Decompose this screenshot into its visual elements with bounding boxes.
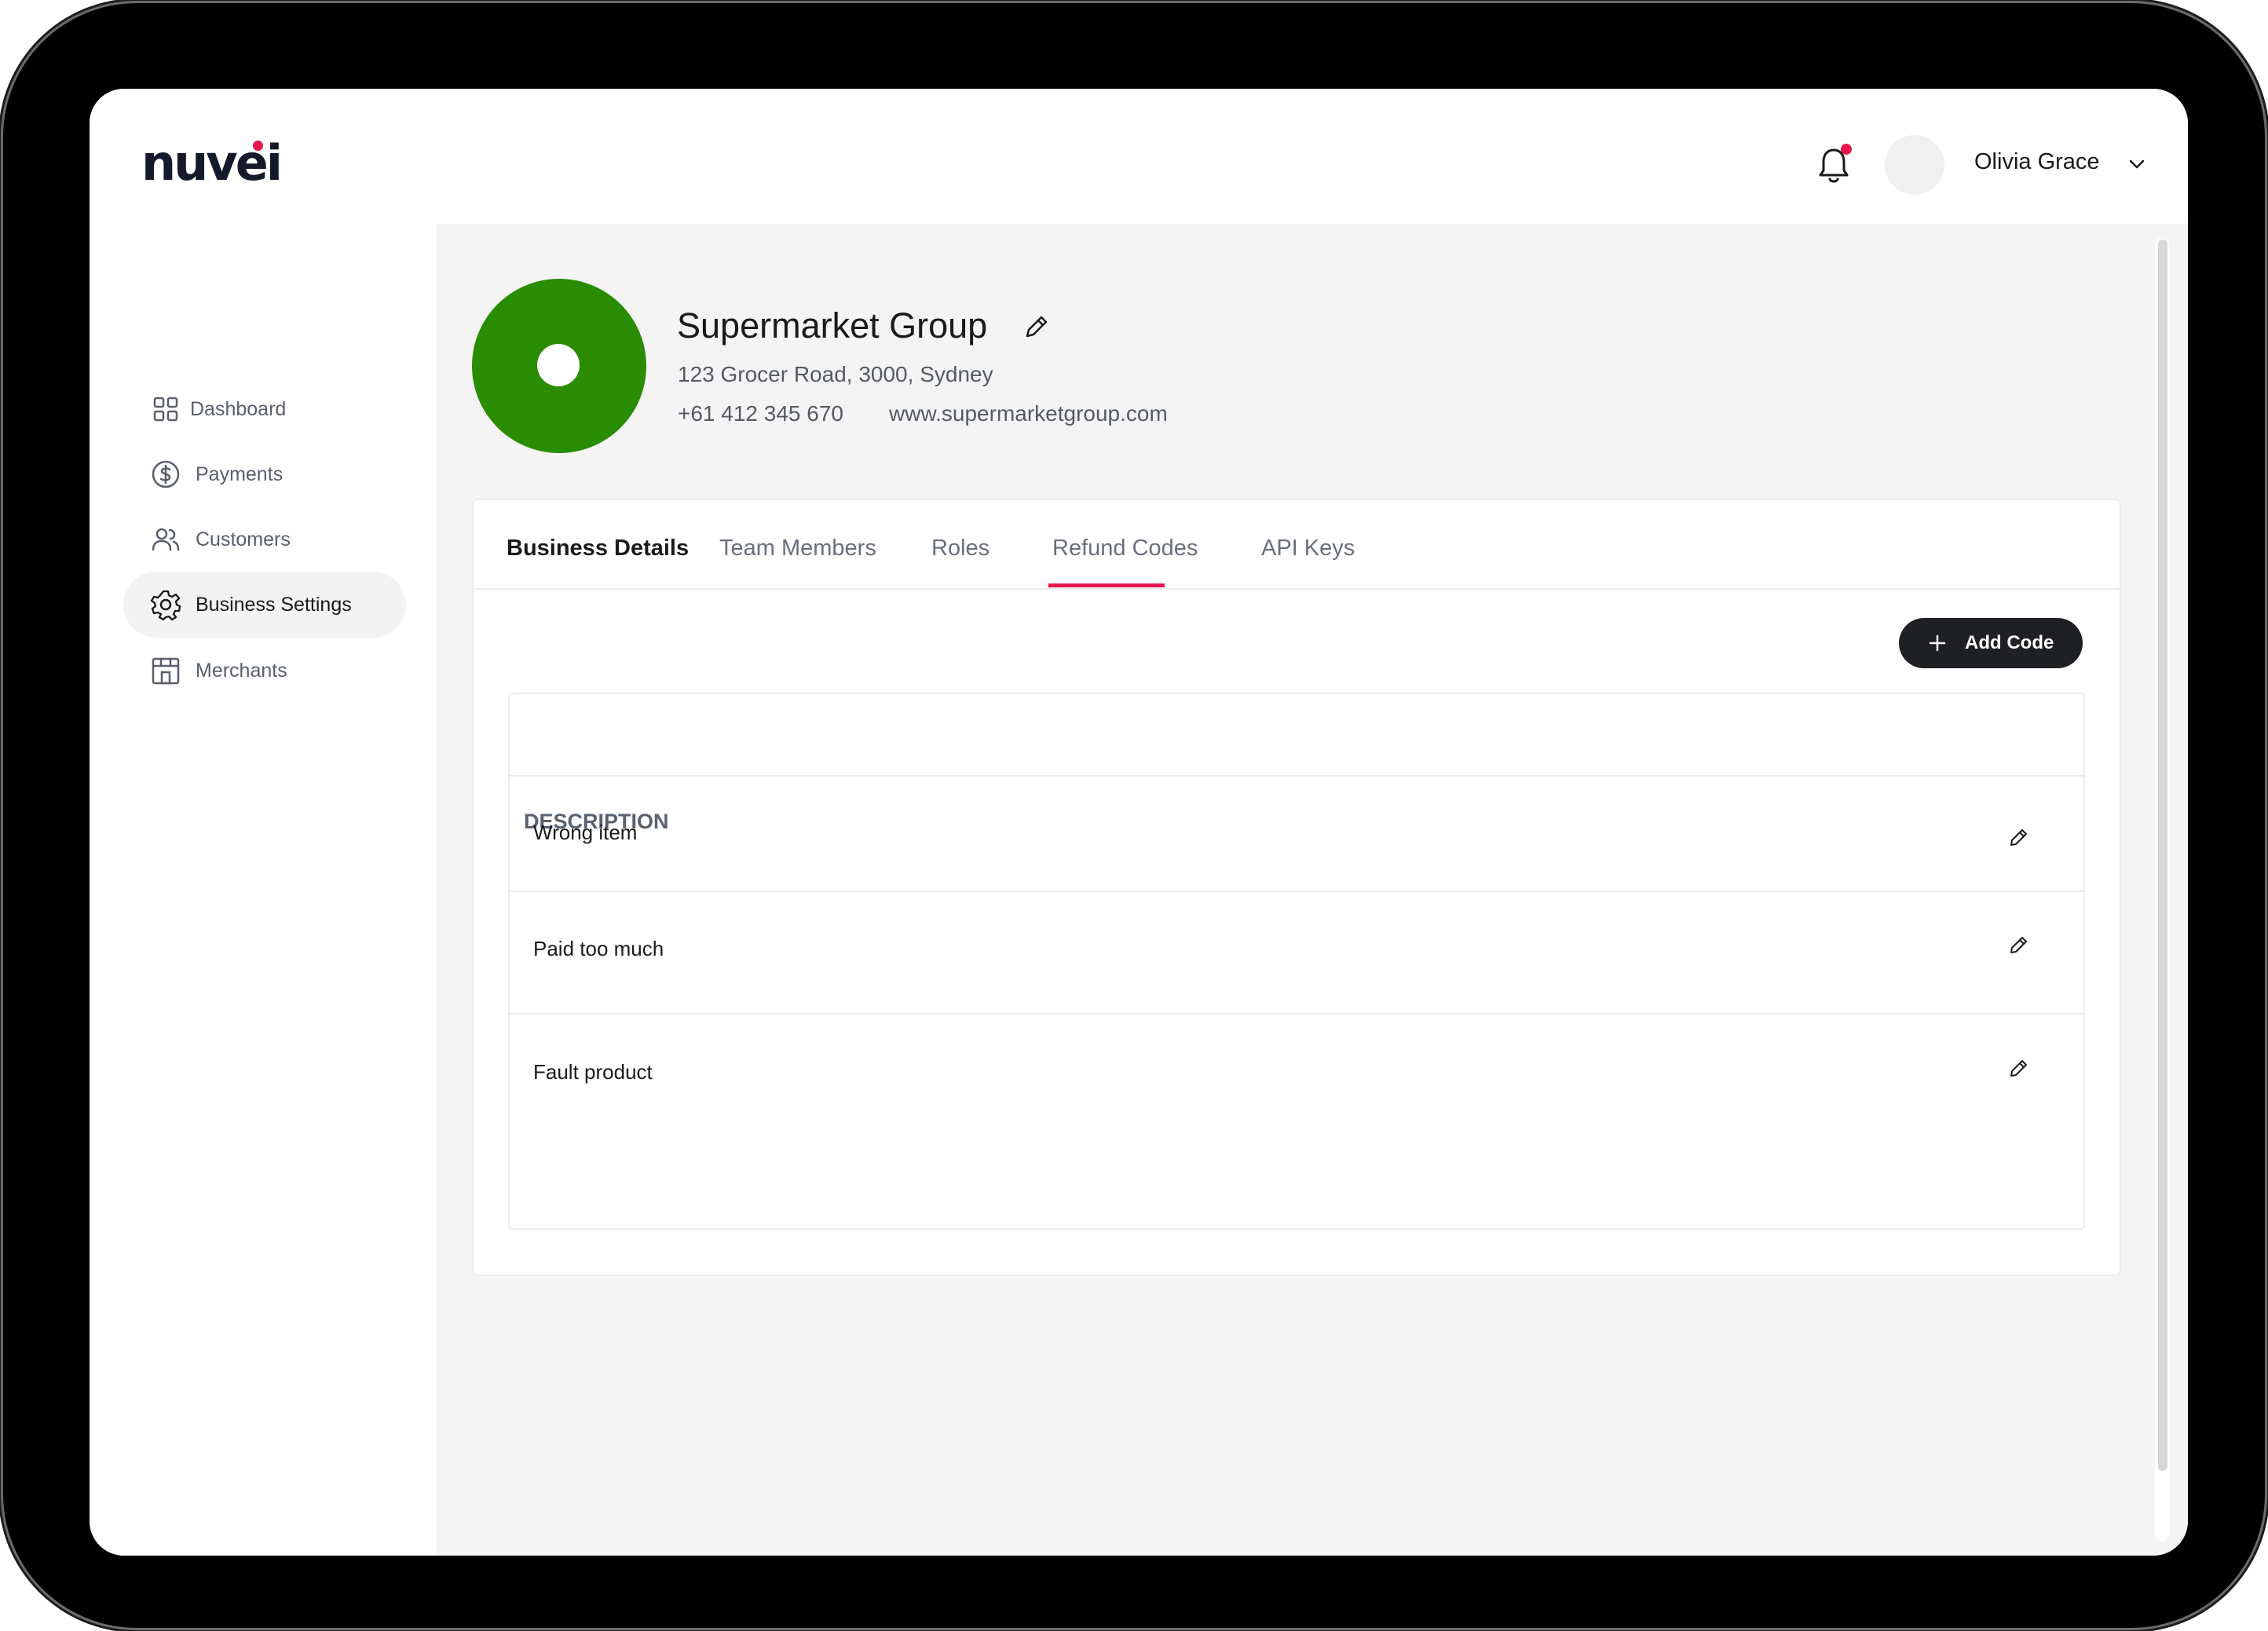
row-description: Paid too much [533,937,664,960]
row-description: Wrong item [533,821,638,844]
business-name: Supermarket Group [677,305,988,346]
user-avatar[interactable] [1885,135,1944,195]
business-avatar-center [537,344,580,386]
user-name[interactable]: Olivia Grace [1974,149,2100,175]
tablet-frame: nuvei Olivia Grace Dashboard Payments Cu… [3,3,2265,1628]
sidebar-item-dashboard[interactable]: Dashboard [123,376,406,442]
notification-badge [1841,144,1852,155]
dollar-circle-icon [152,460,180,488]
refund-codes-table [508,693,2085,1230]
edit-pencil-icon[interactable] [2007,1058,2029,1080]
storefront-icon [152,657,180,685]
business-phone: +61 412 345 670 [678,401,843,426]
business-website[interactable]: www.supermarketgroup.com [889,401,1168,426]
tab-api-keys[interactable]: API Keys [1261,536,1355,561]
app-screen: nuvei Olivia Grace Dashboard Payments Cu… [90,89,2188,1556]
sidebar-item-label: Merchants [196,659,287,682]
scrollbar-thumb[interactable] [2158,240,2167,1471]
gear-icon [150,590,181,620]
sidebar-item-business-settings[interactable]: Business Settings [123,572,406,638]
row-divider [510,1013,2083,1015]
edit-pencil-icon[interactable] [2007,934,2029,956]
edit-business-pencil-icon[interactable] [1022,313,1051,341]
edit-pencil-icon[interactable] [2007,827,2029,849]
active-tab-indicator [1048,583,1165,587]
chevron-down-icon[interactable] [2128,158,2145,170]
add-code-button[interactable]: Add Code [1899,618,2083,668]
row-divider [510,890,2083,892]
plus-icon [1929,634,1946,652]
row-divider [510,775,2083,777]
sidebar: Dashboard Payments Customers Business Se… [90,224,437,1556]
sidebar-item-customers[interactable]: Customers [123,506,406,572]
sidebar-item-label: Customers [196,528,291,550]
sidebar-item-label: Dashboard [190,397,287,420]
logo-accent-dot [253,141,263,151]
row-description: Fault product [533,1060,653,1084]
tab-roles[interactable]: Roles [931,536,990,561]
tab-business-details[interactable]: Business Details [507,536,689,561]
tab-refund-codes[interactable]: Refund Codes [1052,536,1198,561]
users-icon [152,528,180,551]
grid-icon [153,397,178,422]
sidebar-item-payments[interactable]: Payments [123,441,406,507]
business-address: 123 Grocer Road, 3000, Sydney [678,362,993,386]
add-code-label: Add Code [1965,632,2054,653]
sidebar-item-label: Business Settings [196,593,352,616]
tab-team-members[interactable]: Team Members [719,536,876,561]
sidebar-item-merchants[interactable]: Merchants [123,638,406,704]
top-bar: nuvei Olivia Grace [90,89,2188,225]
sidebar-item-label: Payments [196,463,284,485]
settings-tabs: Business Details Team Members Roles Refu… [472,499,2121,590]
